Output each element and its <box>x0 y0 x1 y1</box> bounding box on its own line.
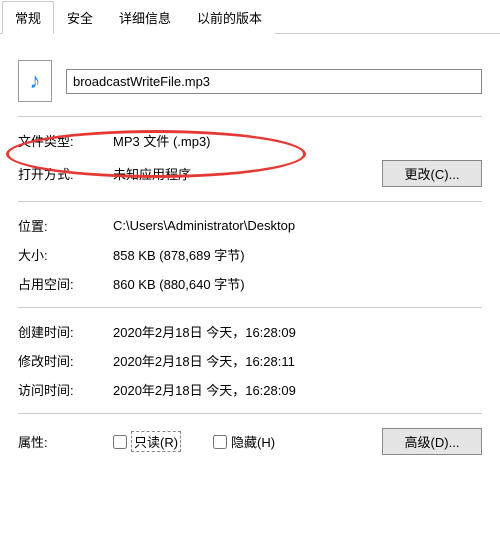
change-button[interactable]: 更改(C)... <box>382 160 482 187</box>
attributes-label: 属性: <box>18 432 113 451</box>
divider <box>18 116 482 117</box>
modified-value: 2020年2月18日 今天，16:28:11 <box>113 351 482 370</box>
size-value: 858 KB (878,689 字节) <box>113 245 482 264</box>
file-icon-box[interactable]: ♪ <box>18 60 52 102</box>
readonly-label: 只读(R) <box>131 431 181 452</box>
filename-input[interactable] <box>66 69 482 94</box>
tab-previous-versions[interactable]: 以前的版本 <box>184 1 275 34</box>
filetype-value: MP3 文件 (.mp3) <box>113 131 482 150</box>
filetype-label: 文件类型: <box>18 131 113 150</box>
accessed-label: 访问时间: <box>18 380 113 399</box>
attributes-row: 属性: 只读(R) 隐藏(H) 高级(D)... <box>18 428 482 455</box>
diskspace-row: 占用空间: 860 KB (880,640 字节) <box>18 274 482 293</box>
hidden-checkbox[interactable] <box>213 435 227 449</box>
modified-label: 修改时间: <box>18 351 113 370</box>
readonly-checkbox-wrap[interactable]: 只读(R) <box>113 431 181 452</box>
created-label: 创建时间: <box>18 322 113 341</box>
accessed-row: 访问时间: 2020年2月18日 今天，16:28:09 <box>18 380 482 399</box>
music-note-icon: ♪ <box>30 68 41 94</box>
content-pane: ♪ 文件类型: MP3 文件 (.mp3) 打开方式: 未知应用程序 更改(C)… <box>0 34 500 481</box>
tab-general[interactable]: 常规 <box>2 1 54 34</box>
created-value: 2020年2月18日 今天，16:28:09 <box>113 322 482 341</box>
openwith-row: 打开方式: 未知应用程序 更改(C)... <box>18 160 482 187</box>
divider <box>18 201 482 202</box>
hidden-label: 隐藏(H) <box>231 432 275 451</box>
location-row: 位置: C:\Users\Administrator\Desktop <box>18 216 482 235</box>
location-label: 位置: <box>18 216 113 235</box>
created-row: 创建时间: 2020年2月18日 今天，16:28:09 <box>18 322 482 341</box>
tab-bar: 常规 安全 详细信息 以前的版本 <box>0 0 500 34</box>
diskspace-label: 占用空间: <box>18 274 113 293</box>
diskspace-value: 860 KB (880,640 字节) <box>113 274 482 293</box>
divider <box>18 307 482 308</box>
divider <box>18 413 482 414</box>
hidden-checkbox-wrap[interactable]: 隐藏(H) <box>213 432 275 451</box>
openwith-value: 未知应用程序 <box>113 164 191 183</box>
openwith-label: 打开方式: <box>18 164 113 183</box>
tab-security[interactable]: 安全 <box>54 1 106 34</box>
filetype-row: 文件类型: MP3 文件 (.mp3) <box>18 131 482 150</box>
readonly-checkbox[interactable] <box>113 435 127 449</box>
location-value: C:\Users\Administrator\Desktop <box>113 218 482 233</box>
modified-row: 修改时间: 2020年2月18日 今天，16:28:11 <box>18 351 482 370</box>
filename-row: ♪ <box>18 60 482 102</box>
size-row: 大小: 858 KB (878,689 字节) <box>18 245 482 264</box>
accessed-value: 2020年2月18日 今天，16:28:09 <box>113 380 482 399</box>
tab-details[interactable]: 详细信息 <box>106 1 184 34</box>
advanced-button[interactable]: 高级(D)... <box>382 428 482 455</box>
size-label: 大小: <box>18 245 113 264</box>
